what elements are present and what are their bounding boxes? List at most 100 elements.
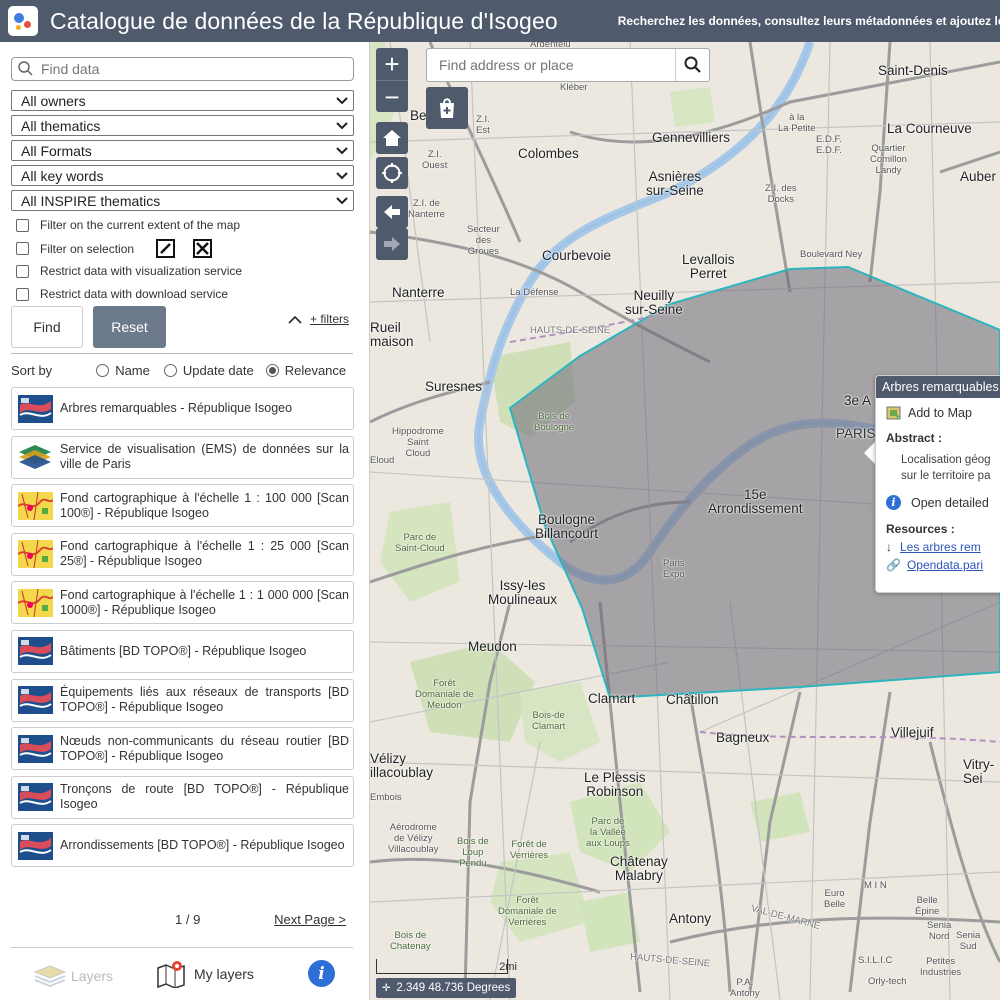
info-icon[interactable]: i	[308, 960, 335, 987]
next-page-link[interactable]: Next Page >	[274, 912, 346, 927]
place-label: Embois	[370, 792, 402, 803]
locate-button[interactable]	[376, 157, 408, 189]
open-detailed-action[interactable]: i Open detailed	[886, 495, 989, 510]
filter-extent-checkbox[interactable]	[16, 218, 29, 232]
sort-name-option[interactable]: Name	[96, 363, 150, 378]
my-layers-tab[interactable]: My layers	[156, 960, 254, 988]
vector-thumbnail-icon	[18, 831, 53, 860]
place-label: Asnières sur-Seine	[646, 169, 704, 198]
crosshair-icon: ✛	[382, 982, 391, 994]
place-label: Auber	[960, 169, 997, 184]
result-item[interactable]: Arrondissements [BD TOPO®] - République …	[11, 824, 354, 868]
sort-date-radio[interactable]	[163, 364, 177, 377]
chevron-down-icon	[336, 121, 348, 129]
resource-download[interactable]: ↓ Les arbres rem	[886, 540, 981, 554]
place-label: Parc de Saint-Cloud	[395, 532, 445, 554]
restrict-visu-checkbox[interactable]	[16, 264, 29, 278]
divider	[11, 353, 353, 354]
arrow-left-icon	[384, 205, 400, 219]
sort-name-radio[interactable]	[96, 364, 110, 377]
popup-title: Arbres remarquables	[876, 376, 1000, 398]
result-item[interactable]: Service de visualisation (EMS) de donnée…	[11, 435, 354, 479]
address-search-button[interactable]	[675, 49, 709, 81]
resource-link-2[interactable]: Opendata.pari	[907, 558, 983, 572]
sort-relevance-radio[interactable]	[265, 364, 279, 377]
next-extent-button[interactable]	[376, 228, 408, 260]
owners-select[interactable]: All owners	[11, 90, 354, 111]
result-item[interactable]: Fond cartographique à l'échelle 1 : 1 00…	[11, 581, 354, 625]
restrict-download-checkbox[interactable]	[16, 287, 29, 301]
find-button[interactable]: Find	[11, 306, 83, 348]
sort-date-label: Update date	[182, 363, 254, 378]
add-to-map-action[interactable]: + Add to Map	[886, 405, 972, 421]
keywords-select[interactable]: All key words	[11, 165, 354, 186]
reset-button[interactable]: Reset	[93, 306, 166, 348]
abstract-line2: sur le territoire pa	[901, 470, 991, 482]
result-item[interactable]: Arbres remarquables - République Isogeo	[11, 387, 354, 430]
chevron-down-icon	[336, 146, 348, 154]
result-title: Équipements liés aux réseaux de transpor…	[60, 685, 349, 715]
resource-url[interactable]: 🔗 Opendata.pari	[886, 558, 983, 572]
place-label: Vélizy illacoublay	[370, 751, 434, 780]
my-layers-label: My layers	[194, 966, 254, 982]
result-item[interactable]: Fond cartographique à l'échelle 1 : 100 …	[11, 484, 354, 528]
place-label: Z.I. de Nanterre	[408, 198, 445, 220]
thematics-select-value: All thematics	[21, 117, 101, 134]
clear-selection-icon[interactable]	[193, 239, 213, 258]
place-label: Quartier Comillon Landy	[870, 143, 907, 176]
previous-extent-button[interactable]	[376, 196, 408, 228]
raster-thumbnail-icon	[17, 491, 54, 520]
vector-thumbnail-icon	[18, 394, 53, 423]
formats-select[interactable]: All Formats	[11, 140, 354, 161]
place-label: Le Plessis Robinson	[584, 770, 646, 799]
search-icon	[18, 61, 33, 76]
place-label: Bagneux	[716, 730, 770, 745]
result-title: Nœuds non-communicants du réseau routier…	[60, 733, 349, 763]
place-label: Parc de la Vallée aux Loups	[586, 816, 630, 849]
chevron-down-icon	[336, 196, 348, 204]
inspire-select[interactable]: All INSPIRE thematics	[11, 190, 354, 211]
place-label: Rueil maison	[370, 320, 414, 349]
place-label: Châtillon	[666, 692, 719, 707]
sort-bar: Sort by Name Update date Relevance	[11, 363, 354, 378]
home-button[interactable]	[376, 122, 408, 154]
page-number: 1 / 9	[175, 912, 201, 927]
place-label: M I N	[864, 880, 887, 891]
result-title: Fond cartographique à l'échelle 1 : 100 …	[60, 490, 349, 520]
filter-extent-label: Filter on the current extent of the map	[40, 218, 241, 232]
find-data-input[interactable]	[41, 61, 341, 77]
map-view[interactable]: Saint-Denis La Courneuve Auber Gennevill…	[370, 42, 1000, 1000]
sort-label: Sort by	[11, 363, 53, 378]
sort-relevance-option[interactable]: Relevance	[265, 363, 346, 378]
results-list: Arbres remarquables - République Isogeo S…	[11, 387, 354, 873]
restrict-visu-row: Restrict data with visualization service	[16, 264, 242, 278]
thematics-select[interactable]: All thematics	[11, 115, 354, 136]
search-icon	[684, 56, 701, 73]
filter-selection-checkbox[interactable]	[16, 242, 29, 255]
address-input[interactable]	[427, 49, 675, 81]
zoom-out-button[interactable]: −	[376, 80, 408, 112]
link-icon: 🔗	[886, 558, 901, 572]
result-item[interactable]: Bâtiments [BD TOPO®] - République Isogeo	[11, 629, 354, 673]
place-label: Forêt de Verrières	[510, 839, 549, 861]
layers-tab[interactable]: Layers	[33, 964, 113, 988]
result-item[interactable]: Nœuds non-communicants du réseau routier…	[11, 727, 354, 771]
abstract-label: Abstract :	[886, 431, 943, 445]
draw-selection-icon[interactable]	[156, 239, 176, 258]
resource-link-1[interactable]: Les arbres rem	[900, 540, 981, 554]
basket-button[interactable]	[426, 87, 468, 129]
place-label: Nanterre	[392, 285, 445, 300]
zoom-in-button[interactable]: +	[376, 48, 408, 80]
filters-link[interactable]: + filters	[310, 312, 349, 326]
result-item[interactable]: Tronçons de route [BD TOPO®] - Républiqu…	[11, 775, 354, 819]
filters-toggle[interactable]: + filters	[288, 312, 349, 326]
map-pin-icon	[157, 961, 185, 988]
sort-date-option[interactable]: Update date	[163, 363, 254, 378]
find-data-search[interactable]	[11, 57, 354, 81]
place-label: Meudon	[468, 639, 517, 654]
info-icon: i	[886, 495, 901, 510]
address-search[interactable]	[426, 48, 710, 82]
result-item[interactable]: Équipements liés aux réseaux de transpor…	[11, 678, 354, 722]
home-icon	[383, 130, 401, 146]
result-item[interactable]: Fond cartographique à l'échelle 1 : 25 0…	[11, 532, 354, 576]
